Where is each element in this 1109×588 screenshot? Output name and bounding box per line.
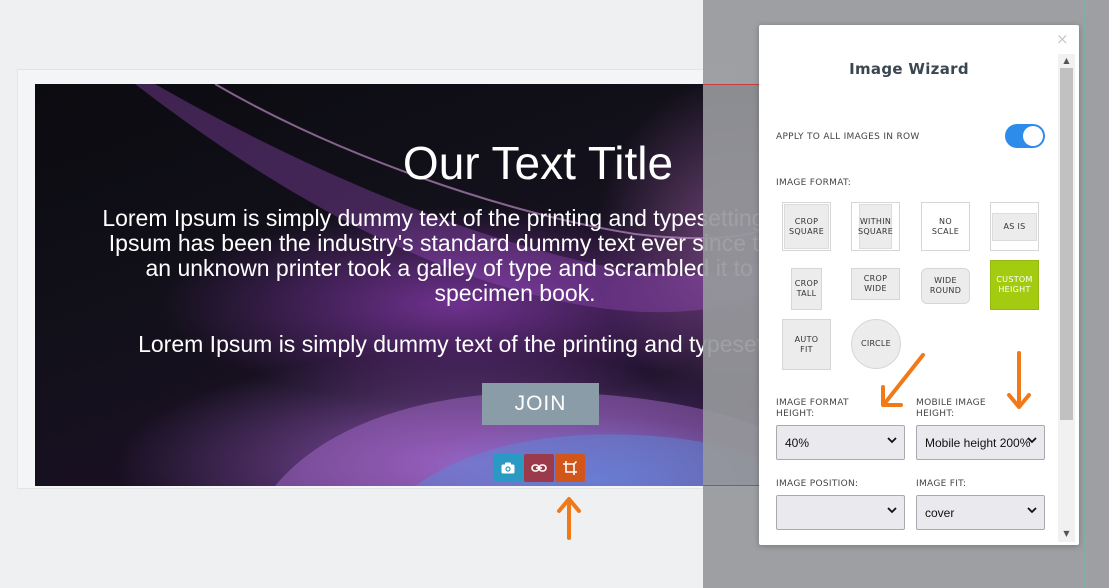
selection-outline: [703, 84, 763, 486]
format-crop-wide[interactable]: CROP WIDE: [851, 268, 900, 300]
format-as-is[interactable]: AS IS: [990, 202, 1039, 251]
annotation-arrow-down-icon: [1007, 351, 1031, 409]
format-label: NO SCALE: [931, 216, 960, 236]
join-button[interactable]: JOIN: [482, 383, 599, 425]
format-auto-fit[interactable]: AUTO FIT: [782, 319, 831, 370]
image-wizard-dialog: × Image Wizard APPLY TO ALL IMAGES IN RO…: [759, 25, 1079, 545]
hero-image-block[interactable]: Our Text Title Lorem Ipsum is simply dum…: [35, 84, 775, 486]
hero-body-line: specimen book.: [434, 280, 596, 306]
image-toolbar: [493, 454, 585, 482]
format-custom-height[interactable]: CUSTOM HEIGHT: [990, 260, 1039, 310]
link-icon: [531, 464, 547, 472]
apply-all-toggle[interactable]: [1005, 124, 1045, 148]
image-fit-label: IMAGE FIT:: [916, 479, 967, 489]
format-label: CROP TALL: [794, 279, 819, 298]
scroll-up-icon[interactable]: ▲: [1061, 56, 1072, 66]
image-position-select[interactable]: [776, 495, 905, 530]
apply-all-label: APPLY TO ALL IMAGES IN ROW: [776, 132, 920, 142]
guide-line: [1084, 0, 1085, 588]
hero-body-line: an unknown printer took a galley of type…: [145, 255, 776, 281]
format-within-square[interactable]: WITHIN SQUARE: [851, 202, 900, 251]
format-height-label: IMAGE FORMAT HEIGHT:: [776, 398, 849, 419]
change-image-button[interactable]: [493, 454, 523, 482]
scroll-down-icon[interactable]: ▼: [1061, 529, 1072, 539]
format-label: CIRCLE: [860, 339, 891, 348]
close-icon[interactable]: ×: [1056, 30, 1069, 48]
camera-icon: [501, 462, 515, 474]
format-crop-tall[interactable]: CROP TALL: [791, 268, 822, 310]
format-label: CROP SQUARE: [788, 216, 825, 236]
format-crop-square[interactable]: CROP SQUARE: [782, 202, 831, 251]
chevron-down-icon: [887, 437, 897, 444]
image-fit-select[interactable]: cover: [916, 495, 1045, 530]
image-fit-value: cover: [925, 505, 955, 520]
format-wide-round[interactable]: WIDE ROUND: [921, 268, 970, 304]
hero-body-line: Ipsum has been the industry's standard d…: [108, 230, 775, 256]
chevron-down-icon: [1027, 507, 1037, 514]
dialog-scrollbar[interactable]: ▲ ▼: [1058, 54, 1075, 542]
hero-body-line: Lorem Ipsum is simply dummy text of the …: [102, 205, 775, 231]
crop-image-button[interactable]: [555, 454, 585, 482]
image-format-label: IMAGE FORMAT:: [776, 178, 852, 188]
format-height-value: 40%: [785, 435, 810, 450]
hero-body-text[interactable]: Lorem Ipsum is simply dummy text of the …: [45, 206, 775, 306]
dialog-title: Image Wizard: [849, 60, 969, 78]
format-label: CROP WIDE: [863, 274, 888, 293]
format-label: AS IS: [1003, 221, 1026, 231]
format-height-select[interactable]: 40%: [776, 425, 905, 460]
image-link-button[interactable]: [524, 454, 554, 482]
scroll-thumb[interactable]: [1060, 68, 1073, 420]
chevron-down-icon: [1027, 437, 1037, 444]
format-label: WIDE ROUND: [929, 276, 962, 295]
image-position-label: IMAGE POSITION:: [776, 479, 859, 489]
format-label: CUSTOM HEIGHT: [996, 275, 1033, 294]
mobile-height-select[interactable]: Mobile height 200%: [916, 425, 1045, 460]
chevron-down-icon: [887, 507, 897, 514]
mobile-height-value: Mobile height 200%: [925, 435, 1031, 450]
format-label: WITHIN SQUARE: [857, 216, 894, 236]
hero-body-text-2[interactable]: Lorem Ipsum is simply dummy text of the …: [45, 332, 775, 357]
format-label: AUTO FIT: [794, 334, 819, 354]
toggle-knob: [1023, 126, 1043, 146]
crop-icon: [563, 461, 577, 475]
mobile-height-label: MOBILE IMAGE HEIGHT:: [916, 398, 986, 419]
hero-title[interactable]: Our Text Title: [35, 136, 775, 190]
format-no-scale[interactable]: NO SCALE: [921, 202, 970, 251]
annotation-arrow-up-icon: [557, 497, 581, 540]
